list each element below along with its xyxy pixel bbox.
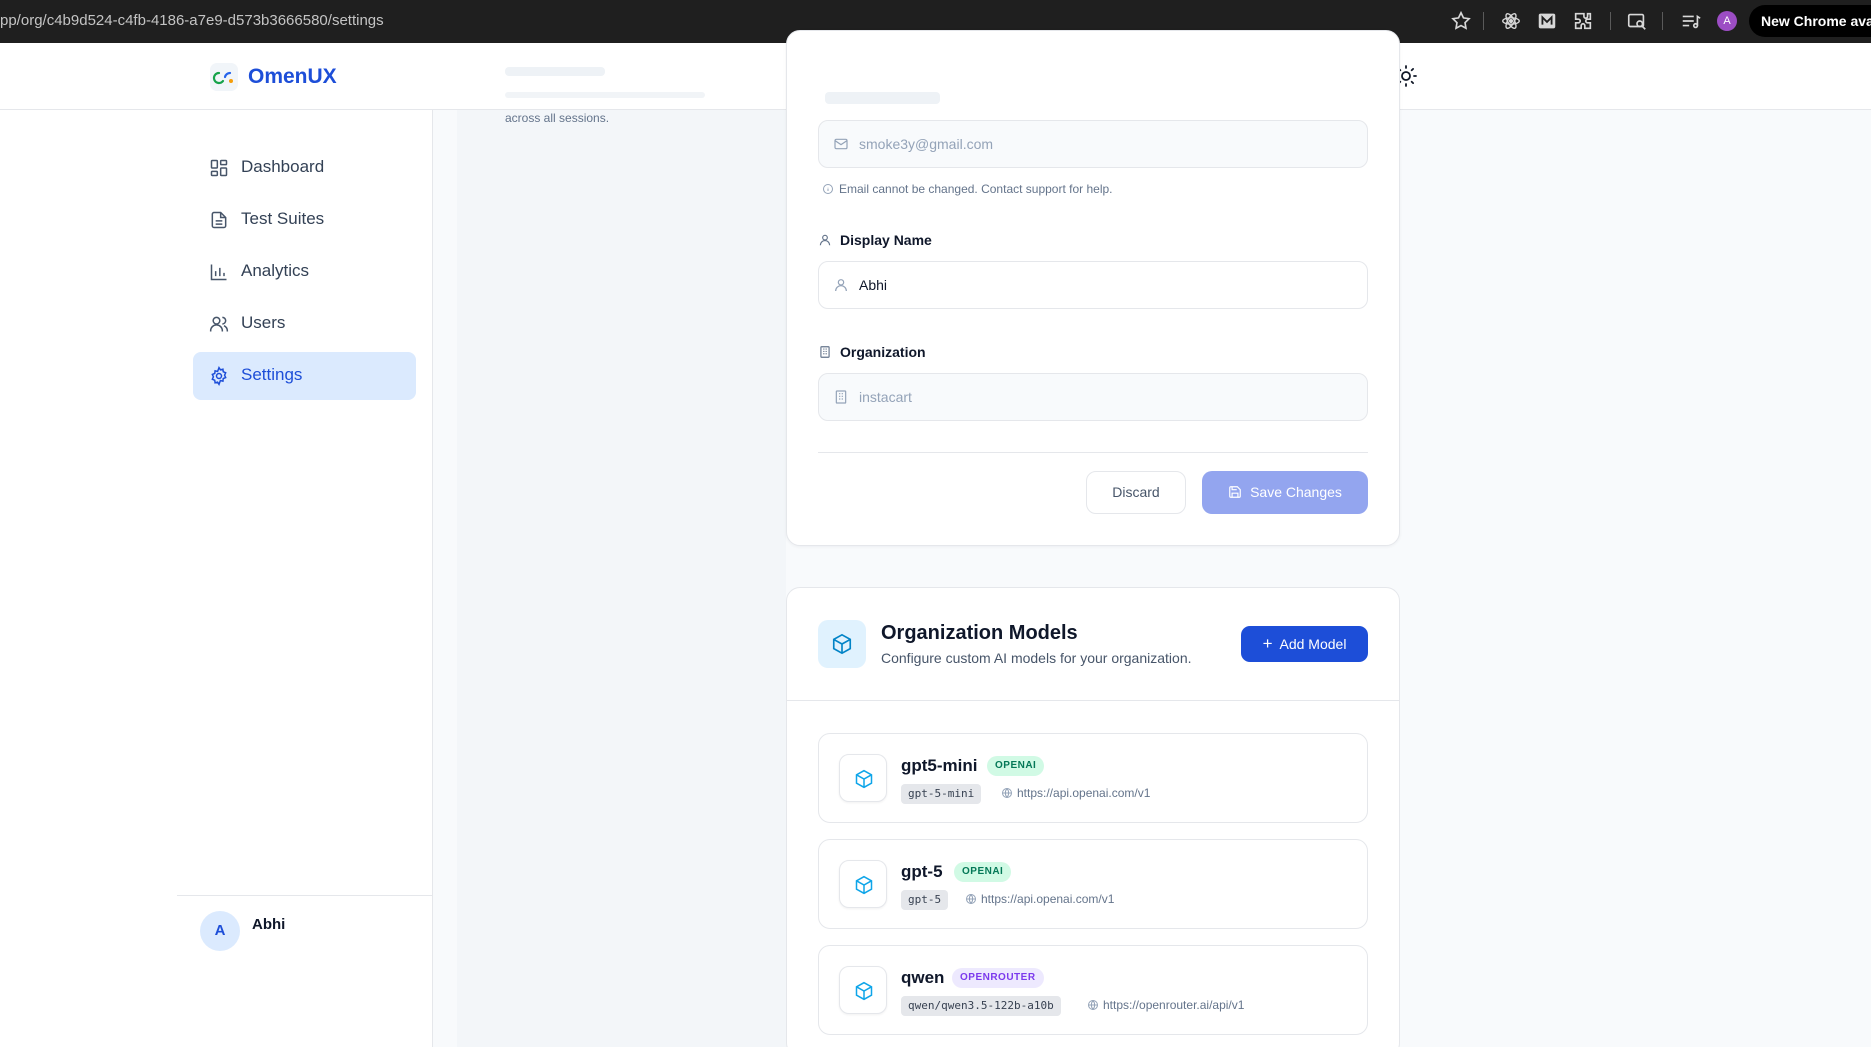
bookmark-star-icon[interactable]: [1450, 10, 1472, 32]
toolbar-divider: [1610, 12, 1611, 30]
user-icon: [818, 233, 832, 247]
sidebar-item-users[interactable]: Users: [193, 300, 416, 348]
model-name: gpt5-mini: [901, 756, 978, 775]
save-icon: [1229, 486, 1241, 498]
globe-icon: [1002, 788, 1012, 798]
display-name-value[interactable]: Abhi: [859, 277, 887, 293]
sidebar-item-label: Analytics: [241, 261, 310, 280]
extension-m-icon[interactable]: [1536, 10, 1558, 32]
card-divider: [818, 452, 1368, 453]
display-name-label-text: Display Name: [840, 232, 932, 248]
section-description: across all sessions.: [505, 111, 610, 125]
provider-badge: OPENROUTER: [952, 968, 1044, 988]
cube-icon: [839, 966, 887, 1014]
add-model-button[interactable]: + Add Model: [1241, 626, 1368, 662]
extensions-puzzle-icon[interactable]: [1572, 10, 1594, 32]
email-value: smoke3y@gmail.com: [859, 136, 994, 152]
gear-icon: [209, 366, 229, 386]
models-title: Organization Models: [881, 622, 1078, 644]
add-model-label: Add Model: [1279, 636, 1347, 652]
user-icon: [833, 277, 849, 293]
cube-icon: [818, 620, 866, 668]
app-name[interactable]: OmenUX: [248, 65, 337, 89]
cube-icon: [839, 860, 887, 908]
building-icon: [818, 345, 832, 359]
sidebar-divider: [177, 895, 433, 896]
chrome-update-button[interactable]: New Chrome available: [1749, 5, 1871, 37]
email-help-text: Email cannot be changed. Contact support…: [822, 182, 1113, 196]
sidebar-item-label: Dashboard: [241, 157, 325, 176]
discard-button[interactable]: Discard: [1086, 471, 1186, 514]
section-description-faded: [505, 92, 705, 98]
media-queue-icon[interactable]: [1680, 10, 1702, 32]
globe-icon: [1088, 1000, 1098, 1010]
models-subtitle: Configure custom AI models for your orga…: [881, 650, 1192, 666]
display-name-input[interactable]: Abhi: [818, 261, 1368, 309]
sidebar: Dashboard Test Suites Analytics Users Se…: [0, 110, 433, 1047]
models-divider: [786, 700, 1400, 701]
chrome-profile-avatar[interactable]: A: [1717, 11, 1737, 31]
save-changes-button[interactable]: Save Changes: [1202, 471, 1368, 514]
model-name: qwen: [901, 968, 945, 987]
toolbar-divider: [1662, 12, 1663, 30]
email-label-faded: [825, 92, 940, 104]
provider-badge: OPENAI: [954, 862, 1012, 882]
info-icon: [822, 183, 834, 195]
user-name: Abhi: [252, 916, 286, 933]
model-id: gpt-5-mini: [901, 784, 982, 804]
organization-value: instacart: [859, 389, 912, 405]
organization-label-text: Organization: [840, 344, 926, 360]
file-icon: [209, 210, 229, 230]
cube-icon: [839, 754, 887, 802]
users-icon: [209, 314, 229, 334]
sidebar-item-analytics[interactable]: Analytics: [193, 248, 416, 296]
model-url: https://openrouter.ai/api/v1: [1087, 998, 1244, 1012]
organization-field: instacart: [818, 373, 1368, 421]
model-row[interactable]: gpt5-mini OPENAI gpt-5-mini https://api.…: [818, 733, 1368, 823]
avatar[interactable]: A: [200, 911, 240, 951]
sidebar-item-dashboard[interactable]: Dashboard: [193, 144, 416, 192]
save-changes-label: Save Changes: [1250, 484, 1342, 500]
mail-icon: [833, 136, 849, 152]
model-id: qwen/qwen3.5-122b-a10b: [901, 996, 1061, 1016]
model-url-text: https://api.openai.com/v1: [1017, 786, 1151, 800]
model-row[interactable]: gpt-5 OPENAI gpt-5 https://api.openai.co…: [818, 839, 1368, 929]
model-row[interactable]: qwen OPENROUTER qwen/qwen3.5-122b-a10b h…: [818, 945, 1368, 1035]
sidebar-item-settings[interactable]: Settings: [193, 352, 416, 400]
bar-chart-icon: [209, 262, 229, 282]
react-devtools-icon[interactable]: [1500, 10, 1522, 32]
building-icon: [833, 389, 849, 405]
search-tab-icon[interactable]: [1626, 10, 1648, 32]
dashboard-icon: [209, 158, 229, 178]
globe-icon: [966, 894, 976, 904]
sidebar-item-label: Settings: [241, 365, 303, 384]
model-url: https://api.openai.com/v1: [965, 892, 1114, 906]
email-help-label: Email cannot be changed. Contact support…: [839, 182, 1113, 196]
organization-label: Organization: [818, 344, 926, 360]
section-heading-faded: [505, 67, 605, 76]
sidebar-item-test-suites[interactable]: Test Suites: [193, 196, 416, 244]
model-url-text: https://openrouter.ai/api/v1: [1103, 998, 1245, 1012]
model-id: gpt-5: [901, 890, 949, 910]
address-bar[interactable]: pp/org/c4b9d524-c4fb-4186-a7e9-d573b3666…: [0, 12, 384, 29]
provider-badge: OPENAI: [987, 756, 1045, 776]
email-field: smoke3y@gmail.com: [818, 120, 1368, 168]
plus-icon: +: [1262, 634, 1273, 653]
sidebar-item-label: Users: [241, 313, 286, 332]
sidebar-item-label: Test Suites: [241, 209, 325, 228]
app-logo-icon: [210, 63, 238, 91]
model-url-text: https://api.openai.com/v1: [981, 892, 1115, 906]
toolbar-divider: [1483, 12, 1484, 30]
model-name: gpt-5: [901, 862, 943, 881]
display-name-label: Display Name: [818, 232, 932, 248]
model-url: https://api.openai.com/v1: [1001, 786, 1150, 800]
settings-section-column: [457, 110, 786, 1047]
